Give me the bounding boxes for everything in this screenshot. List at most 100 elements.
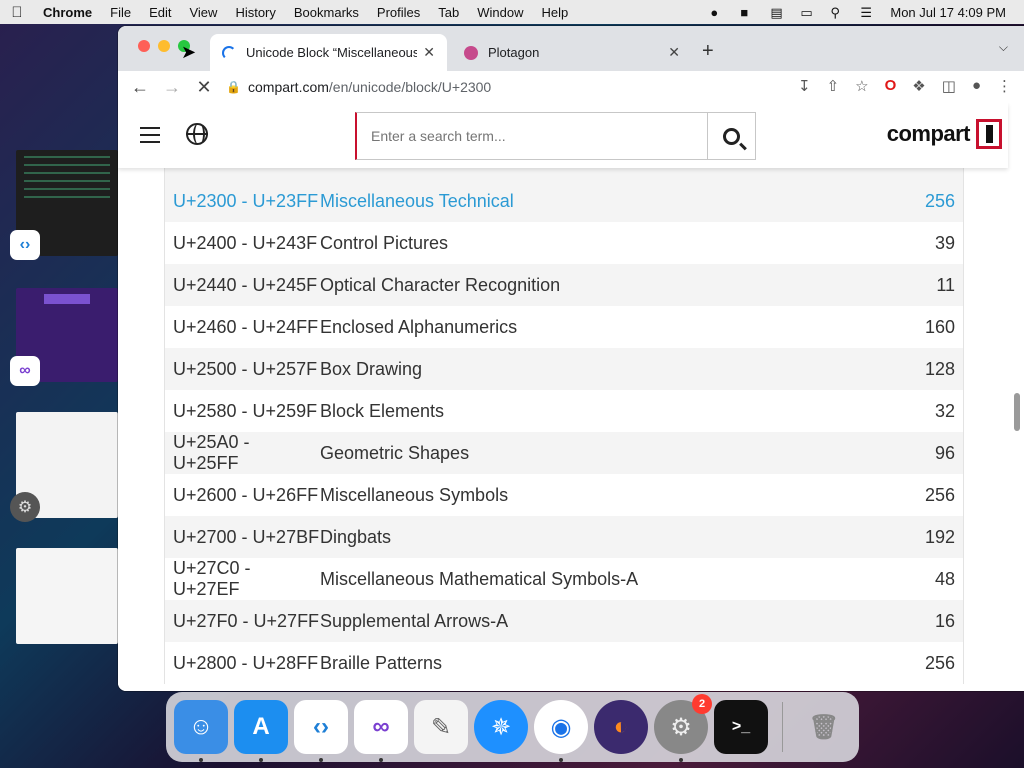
backup-icon[interactable]: ■ — [740, 5, 756, 20]
stage-thumbnail-textedit[interactable] — [16, 548, 118, 644]
table-row[interactable]: U+2800 - U+28FF Braille Patterns 256 — [165, 642, 963, 684]
terminal-icon[interactable]: >_ — [714, 700, 768, 754]
close-tab-icon[interactable]: ✕ — [423, 44, 435, 61]
block-range[interactable]: U+2580 - U+259F — [165, 401, 320, 422]
table-row[interactable]: U+2600 - U+26FF Miscellaneous Symbols 25… — [165, 474, 963, 516]
stage-manager-icon[interactable]: ▤ — [770, 5, 786, 20]
menu-bar:  Chrome File Edit View History Bookmark… — [0, 0, 1024, 24]
tab-search-chevron-icon[interactable]: ⌵ — [999, 40, 1008, 55]
block-range[interactable]: U+25A0 - U+25FF — [165, 432, 320, 474]
app-store-icon[interactable]: A — [234, 700, 288, 762]
block-range[interactable]: U+27F0 - U+27FF — [165, 611, 320, 632]
table-row[interactable]: U+2580 - U+259F Block Elements 32 — [165, 390, 963, 432]
spotlight-icon[interactable]: ⚲ — [830, 5, 846, 20]
language-globe-icon[interactable] — [186, 123, 208, 145]
table-row[interactable]: U+2500 - U+257F Box Drawing 128 — [165, 348, 963, 390]
menu-clock[interactable]: Mon Jul 17 4:09 PM — [890, 5, 1006, 20]
apple-icon[interactable]:  — [0, 4, 34, 21]
block-name[interactable]: Control Pictures — [320, 233, 883, 254]
chrome-glyph: ◉ — [550, 713, 572, 741]
menu-bookmarks[interactable]: Bookmarks — [285, 5, 368, 20]
site-header: compart — [118, 103, 1008, 168]
stop-loading-button[interactable]: ✕ — [188, 77, 220, 98]
new-tab-button[interactable]: + — [702, 40, 714, 63]
safari-glyph: ✵ — [490, 713, 512, 741]
trash-icon[interactable]: 🗑 — [797, 700, 851, 754]
tab-unicode-block[interactable]: Unicode Block “Miscellaneous ✕ — [210, 34, 447, 71]
block-name[interactable]: Block Elements — [320, 401, 883, 422]
page-scrollbar[interactable] — [1014, 393, 1020, 431]
close-window-button[interactable] — [138, 40, 150, 52]
compart-logo[interactable]: compart — [887, 119, 1002, 149]
address-bar[interactable]: 🔒 compart.com/en/unicode/block/U+2300 — [226, 73, 762, 101]
menu-file[interactable]: File — [101, 5, 140, 20]
block-name[interactable]: Miscellaneous Technical — [320, 191, 883, 212]
back-button[interactable]: ← — [124, 77, 156, 98]
block-name[interactable]: Geometric Shapes — [320, 443, 883, 464]
block-name[interactable]: Enclosed Alphanumerics — [320, 317, 883, 338]
search-input[interactable] — [357, 114, 707, 158]
creative-cloud-icon[interactable]: ● — [710, 5, 726, 20]
chrome-icon[interactable]: ◉ — [534, 700, 588, 762]
menu-window[interactable]: Window — [468, 5, 532, 20]
block-name[interactable]: Optical Character Recognition — [320, 275, 883, 296]
hamburger-menu-icon[interactable] — [140, 127, 160, 148]
table-row[interactable]: U+2460 - U+24FF Enclosed Alphanumerics 1… — [165, 306, 963, 348]
menu-help[interactable]: Help — [533, 5, 578, 20]
menu-edit[interactable]: Edit — [140, 5, 180, 20]
menu-tab[interactable]: Tab — [429, 5, 468, 20]
table-row[interactable]: U+25A0 - U+25FF Geometric Shapes 96 — [165, 432, 963, 474]
table-row[interactable]: U+27C0 - U+27EF Miscellaneous Mathematic… — [165, 558, 963, 600]
table-row[interactable]: U+2700 - U+27BF Dingbats 192 — [165, 516, 963, 558]
block-range[interactable]: U+2500 - U+257F — [165, 359, 320, 380]
block-range[interactable]: U+2700 - U+27BF — [165, 527, 320, 548]
block-name[interactable]: Dingbats — [320, 527, 883, 548]
lock-icon[interactable]: 🔒 — [226, 80, 241, 94]
block-range[interactable]: U+27C0 - U+27EF — [165, 558, 320, 600]
block-range[interactable]: U+2460 - U+24FF — [165, 317, 320, 338]
finder-icon[interactable]: ☺ — [174, 700, 228, 762]
menu-profiles[interactable]: Profiles — [368, 5, 429, 20]
table-row[interactable]: U+2440 - U+245F Optical Character Recogn… — [165, 264, 963, 306]
system-settings-icon[interactable]: ⚙ 2 — [654, 694, 712, 762]
side-panel-icon[interactable]: ◫ — [942, 77, 956, 95]
menu-history[interactable]: History — [226, 5, 284, 20]
install-app-icon[interactable]: ↧ — [798, 77, 811, 95]
control-center-icon[interactable]: ☰ — [860, 5, 876, 20]
vscode-icon: ‹› — [10, 230, 40, 260]
chrome-menu-icon[interactable]: ⋮ — [997, 77, 1012, 95]
safari-icon[interactable]: ✵ — [474, 700, 528, 754]
search-button[interactable] — [707, 113, 755, 159]
menu-app-name[interactable]: Chrome — [34, 5, 101, 20]
block-name[interactable]: Miscellaneous Symbols — [320, 485, 883, 506]
firefox-icon[interactable]: ◐ — [594, 700, 648, 754]
extensions-puzzle-icon[interactable]: ❖ — [912, 77, 925, 95]
tab-plotagon[interactable]: Plotagon ✕ — [452, 34, 692, 71]
visual-studio-icon[interactable]: ∞ — [354, 700, 408, 762]
minimize-window-button[interactable] — [158, 40, 170, 52]
block-range[interactable]: U+2400 - U+243F — [165, 233, 320, 254]
block-name[interactable]: Supplemental Arrows-A — [320, 611, 883, 632]
bookmark-star-icon[interactable]: ☆ — [855, 77, 868, 95]
system-settings-glyph: ⚙ — [670, 713, 692, 741]
block-range[interactable]: U+2800 - U+28FF — [165, 653, 320, 674]
block-name[interactable]: Braille Patterns — [320, 653, 883, 674]
profile-avatar-icon[interactable]: ● — [972, 77, 981, 95]
table-row[interactable]: U+2300 - U+23FF Miscellaneous Technical … — [165, 180, 963, 222]
block-range[interactable]: U+2600 - U+26FF — [165, 485, 320, 506]
visual-studio-icon: ∞ — [10, 356, 40, 386]
textedit-icon[interactable]: ✎ — [414, 700, 468, 754]
forward-button[interactable]: → — [156, 77, 188, 98]
menu-view[interactable]: View — [180, 5, 226, 20]
table-row[interactable]: U+27F0 - U+27FF Supplemental Arrows-A 16 — [165, 600, 963, 642]
screen-mirroring-icon[interactable]: ▭ — [800, 5, 816, 20]
share-icon[interactable]: ⇧ — [827, 77, 840, 95]
opera-extension-icon[interactable]: O — [885, 77, 897, 95]
table-row[interactable]: U+2400 - U+243F Control Pictures 39 — [165, 222, 963, 264]
block-range[interactable]: U+2440 - U+245F — [165, 275, 320, 296]
vscode-icon[interactable]: ‹› — [294, 700, 348, 762]
block-range[interactable]: U+2300 - U+23FF — [165, 191, 320, 212]
close-tab-icon[interactable]: ✕ — [668, 44, 680, 61]
block-name[interactable]: Miscellaneous Mathematical Symbols-A — [320, 569, 883, 590]
block-name[interactable]: Box Drawing — [320, 359, 883, 380]
